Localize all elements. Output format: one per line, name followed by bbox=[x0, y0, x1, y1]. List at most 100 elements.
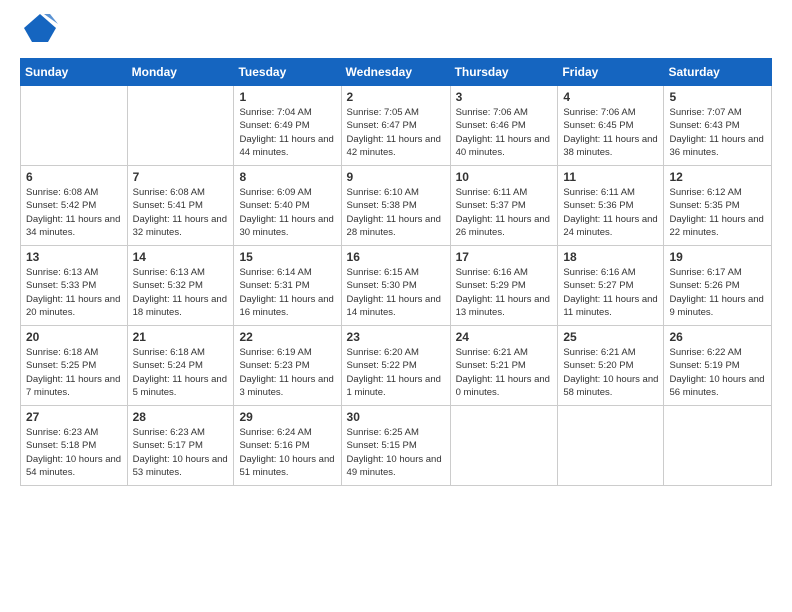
day-info: Sunrise: 7:05 AM Sunset: 6:47 PM Dayligh… bbox=[347, 106, 445, 159]
logo-icon bbox=[22, 10, 58, 46]
day-number: 7 bbox=[133, 170, 229, 184]
calendar-cell: 18 Sunrise: 6:16 AM Sunset: 5:27 PM Dayli… bbox=[558, 246, 664, 326]
calendar-table: Sunday Monday Tuesday Wednesday Thursday… bbox=[20, 58, 772, 486]
day-number: 6 bbox=[26, 170, 122, 184]
calendar-cell: 4 Sunrise: 7:06 AM Sunset: 6:45 PM Daylig… bbox=[558, 86, 664, 166]
calendar-cell bbox=[21, 86, 128, 166]
day-info: Sunrise: 6:16 AM Sunset: 5:29 PM Dayligh… bbox=[456, 266, 553, 319]
day-info: Sunrise: 6:21 AM Sunset: 5:21 PM Dayligh… bbox=[456, 346, 553, 399]
day-info: Sunrise: 6:17 AM Sunset: 5:26 PM Dayligh… bbox=[669, 266, 766, 319]
col-monday: Monday bbox=[127, 59, 234, 86]
day-info: Sunrise: 6:11 AM Sunset: 5:36 PM Dayligh… bbox=[563, 186, 658, 239]
day-info: Sunrise: 6:14 AM Sunset: 5:31 PM Dayligh… bbox=[239, 266, 335, 319]
day-info: Sunrise: 6:10 AM Sunset: 5:38 PM Dayligh… bbox=[347, 186, 445, 239]
day-number: 27 bbox=[26, 410, 122, 424]
day-info: Sunrise: 6:18 AM Sunset: 5:25 PM Dayligh… bbox=[26, 346, 122, 399]
day-info: Sunrise: 7:06 AM Sunset: 6:45 PM Dayligh… bbox=[563, 106, 658, 159]
day-number: 3 bbox=[456, 90, 553, 104]
col-tuesday: Tuesday bbox=[234, 59, 341, 86]
day-number: 16 bbox=[347, 250, 445, 264]
day-number: 21 bbox=[133, 330, 229, 344]
day-info: Sunrise: 6:22 AM Sunset: 5:19 PM Dayligh… bbox=[669, 346, 766, 399]
calendar-week-3: 13 Sunrise: 6:13 AM Sunset: 5:33 PM Dayli… bbox=[21, 246, 772, 326]
day-info: Sunrise: 6:18 AM Sunset: 5:24 PM Dayligh… bbox=[133, 346, 229, 399]
day-info: Sunrise: 6:12 AM Sunset: 5:35 PM Dayligh… bbox=[669, 186, 766, 239]
calendar-cell: 29 Sunrise: 6:24 AM Sunset: 5:16 PM Dayli… bbox=[234, 406, 341, 486]
calendar-cell: 22Sunrise: 6:19 AM Sunset: 5:23 PM Dayli… bbox=[234, 326, 341, 406]
calendar-cell: 7 Sunrise: 6:08 AM Sunset: 5:41 PM Daylig… bbox=[127, 166, 234, 246]
day-number: 26 bbox=[669, 330, 766, 344]
col-saturday: Saturday bbox=[664, 59, 772, 86]
calendar-cell: 27 Sunrise: 6:23 AM Sunset: 5:18 PM Dayli… bbox=[21, 406, 128, 486]
day-info: Sunrise: 6:23 AM Sunset: 5:17 PM Dayligh… bbox=[133, 426, 229, 479]
day-number: 8 bbox=[239, 170, 335, 184]
calendar-cell: 21 Sunrise: 6:18 AM Sunset: 5:24 PM Dayli… bbox=[127, 326, 234, 406]
col-friday: Friday bbox=[558, 59, 664, 86]
day-number: 1 bbox=[239, 90, 335, 104]
col-thursday: Thursday bbox=[450, 59, 558, 86]
day-info: Sunrise: 6:20 AM Sunset: 5:22 PM Dayligh… bbox=[347, 346, 445, 399]
day-info: Sunrise: 6:19 AM Sunset: 5:23 PM Dayligh… bbox=[239, 346, 335, 399]
calendar-cell: 16 Sunrise: 6:15 AM Sunset: 5:30 PM Dayli… bbox=[341, 246, 450, 326]
day-number: 23 bbox=[347, 330, 445, 344]
day-info: Sunrise: 7:07 AM Sunset: 6:43 PM Dayligh… bbox=[669, 106, 766, 159]
calendar-cell: 11 Sunrise: 6:11 AM Sunset: 5:36 PM Dayli… bbox=[558, 166, 664, 246]
calendar-week-4: 20 Sunrise: 6:18 AM Sunset: 5:25 PM Dayli… bbox=[21, 326, 772, 406]
calendar-cell bbox=[127, 86, 234, 166]
day-number: 12 bbox=[669, 170, 766, 184]
calendar-cell bbox=[450, 406, 558, 486]
calendar-cell: 28 Sunrise: 6:23 AM Sunset: 5:17 PM Dayli… bbox=[127, 406, 234, 486]
day-info: Sunrise: 6:15 AM Sunset: 5:30 PM Dayligh… bbox=[347, 266, 445, 319]
day-number: 13 bbox=[26, 250, 122, 264]
day-info: Sunrise: 6:24 AM Sunset: 5:16 PM Dayligh… bbox=[239, 426, 335, 479]
day-number: 25 bbox=[563, 330, 658, 344]
day-info: Sunrise: 6:09 AM Sunset: 5:40 PM Dayligh… bbox=[239, 186, 335, 239]
day-number: 15 bbox=[239, 250, 335, 264]
calendar-cell: 14Sunrise: 6:13 AM Sunset: 5:32 PM Dayli… bbox=[127, 246, 234, 326]
day-number: 28 bbox=[133, 410, 229, 424]
day-number: 11 bbox=[563, 170, 658, 184]
day-number: 9 bbox=[347, 170, 445, 184]
logo bbox=[20, 16, 58, 46]
day-number: 19 bbox=[669, 250, 766, 264]
day-info: Sunrise: 6:08 AM Sunset: 5:41 PM Dayligh… bbox=[133, 186, 229, 239]
calendar-cell: 19 Sunrise: 6:17 AM Sunset: 5:26 PM Dayli… bbox=[664, 246, 772, 326]
day-info: Sunrise: 7:04 AM Sunset: 6:49 PM Dayligh… bbox=[239, 106, 335, 159]
day-number: 10 bbox=[456, 170, 553, 184]
day-info: Sunrise: 7:06 AM Sunset: 6:46 PM Dayligh… bbox=[456, 106, 553, 159]
calendar-header-row: Sunday Monday Tuesday Wednesday Thursday… bbox=[21, 59, 772, 86]
col-wednesday: Wednesday bbox=[341, 59, 450, 86]
day-number: 24 bbox=[456, 330, 553, 344]
day-number: 4 bbox=[563, 90, 658, 104]
day-info: Sunrise: 6:23 AM Sunset: 5:18 PM Dayligh… bbox=[26, 426, 122, 479]
day-number: 30 bbox=[347, 410, 445, 424]
day-info: Sunrise: 6:16 AM Sunset: 5:27 PM Dayligh… bbox=[563, 266, 658, 319]
day-number: 29 bbox=[239, 410, 335, 424]
col-sunday: Sunday bbox=[21, 59, 128, 86]
day-info: Sunrise: 6:13 AM Sunset: 5:33 PM Dayligh… bbox=[26, 266, 122, 319]
day-info: Sunrise: 6:08 AM Sunset: 5:42 PM Dayligh… bbox=[26, 186, 122, 239]
calendar-cell: 9 Sunrise: 6:10 AM Sunset: 5:38 PM Daylig… bbox=[341, 166, 450, 246]
calendar-cell: 15 Sunrise: 6:14 AM Sunset: 5:31 PM Dayli… bbox=[234, 246, 341, 326]
day-number: 2 bbox=[347, 90, 445, 104]
calendar-cell: 24 Sunrise: 6:21 AM Sunset: 5:21 PM Dayli… bbox=[450, 326, 558, 406]
day-info: Sunrise: 6:21 AM Sunset: 5:20 PM Dayligh… bbox=[563, 346, 658, 399]
calendar-cell bbox=[664, 406, 772, 486]
calendar-cell: 12 Sunrise: 6:12 AM Sunset: 5:35 PM Dayli… bbox=[664, 166, 772, 246]
day-number: 20 bbox=[26, 330, 122, 344]
calendar-week-2: 6 Sunrise: 6:08 AM Sunset: 5:42 PM Daylig… bbox=[21, 166, 772, 246]
calendar-cell: 25 Sunrise: 6:21 AM Sunset: 5:20 PM Dayli… bbox=[558, 326, 664, 406]
day-number: 14 bbox=[133, 250, 229, 264]
calendar-cell: 6 Sunrise: 6:08 AM Sunset: 5:42 PM Daylig… bbox=[21, 166, 128, 246]
page: Sunday Monday Tuesday Wednesday Thursday… bbox=[0, 0, 792, 612]
header bbox=[20, 16, 772, 46]
day-number: 17 bbox=[456, 250, 553, 264]
calendar-cell: 20 Sunrise: 6:18 AM Sunset: 5:25 PM Dayli… bbox=[21, 326, 128, 406]
day-number: 5 bbox=[669, 90, 766, 104]
calendar-cell bbox=[558, 406, 664, 486]
calendar-week-1: 1 Sunrise: 7:04 AM Sunset: 6:49 PM Daylig… bbox=[21, 86, 772, 166]
calendar-cell: 10Sunrise: 6:11 AM Sunset: 5:37 PM Dayli… bbox=[450, 166, 558, 246]
day-info: Sunrise: 6:25 AM Sunset: 5:15 PM Dayligh… bbox=[347, 426, 445, 479]
calendar-cell: 13 Sunrise: 6:13 AM Sunset: 5:33 PM Dayli… bbox=[21, 246, 128, 326]
day-number: 18 bbox=[563, 250, 658, 264]
